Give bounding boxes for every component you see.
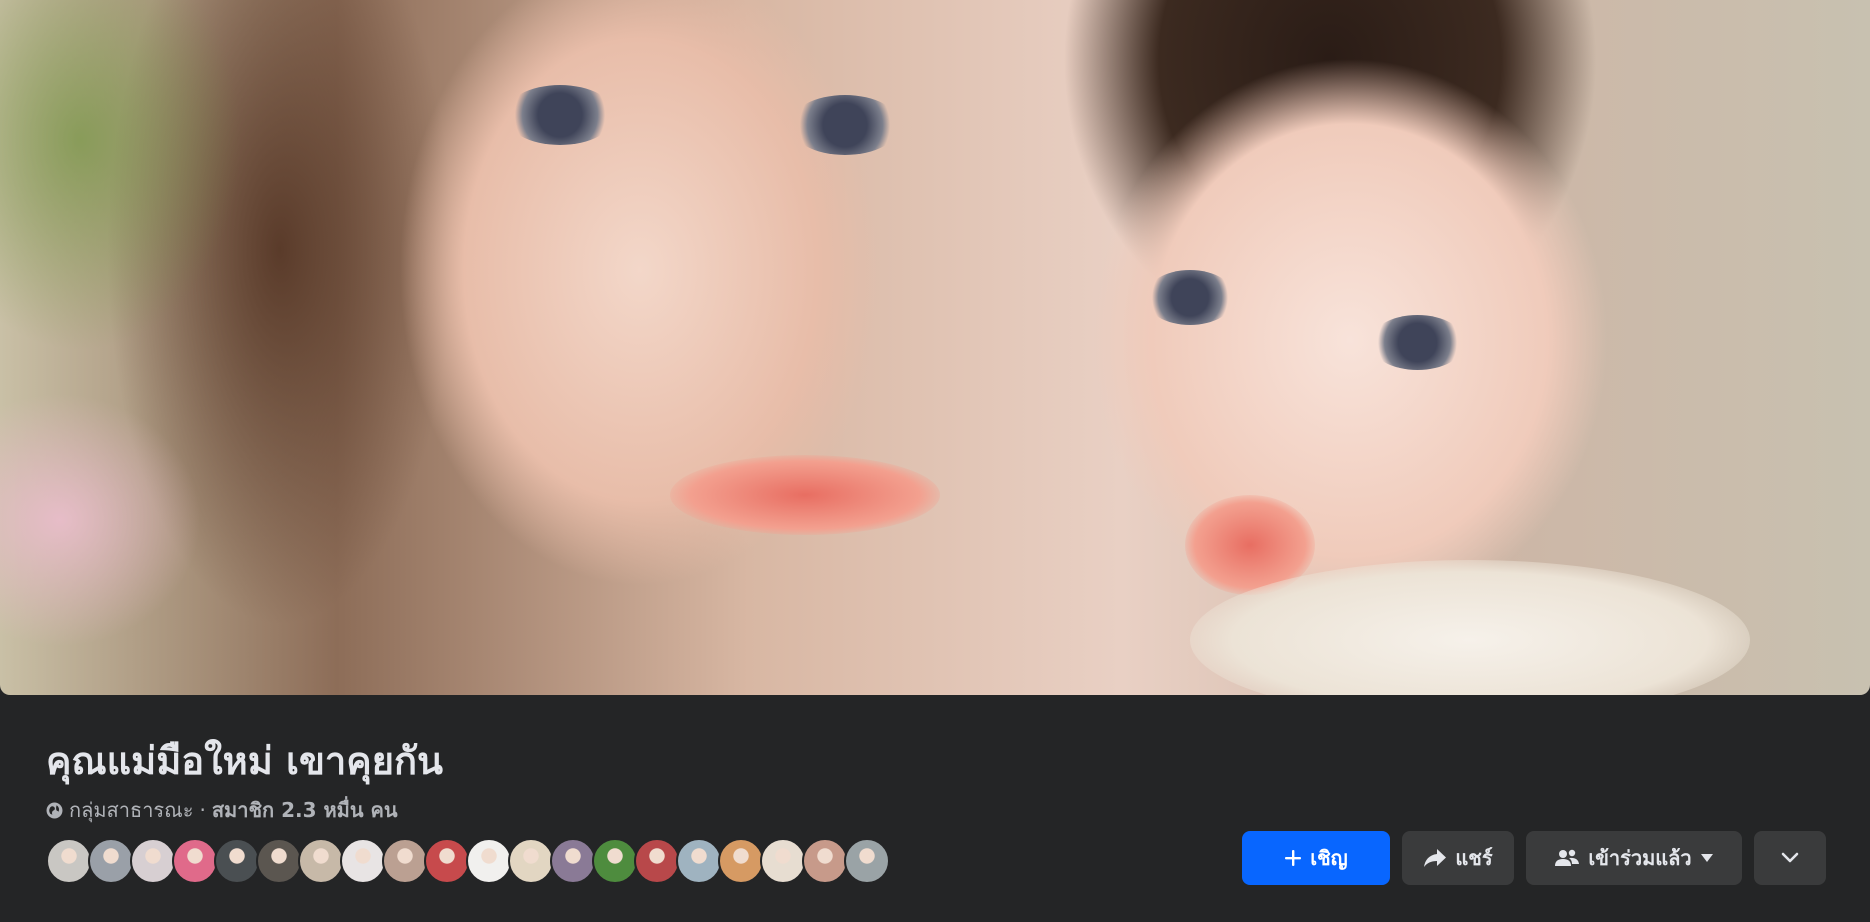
group-title[interactable]: คุณแม่มือใหม่ เขาคุยกัน xyxy=(46,730,443,791)
member-avatar[interactable] xyxy=(508,838,554,884)
member-avatar[interactable] xyxy=(424,838,470,884)
member-avatar[interactable] xyxy=(466,838,512,884)
cover-photo[interactable] xyxy=(0,0,1870,695)
member-avatar[interactable] xyxy=(718,838,764,884)
cover-detail xyxy=(790,95,900,155)
cover-detail xyxy=(1145,270,1235,325)
member-avatar[interactable] xyxy=(592,838,638,884)
member-avatar[interactable] xyxy=(550,838,596,884)
member-avatar[interactable] xyxy=(760,838,806,884)
more-options-button[interactable] xyxy=(1754,831,1826,885)
member-count[interactable]: สมาชิก 2.3 หมื่น คน xyxy=(212,794,398,826)
member-avatar[interactable] xyxy=(676,838,722,884)
member-avatar[interactable] xyxy=(214,838,260,884)
invite-button[interactable]: เชิญ xyxy=(1242,831,1390,885)
member-avatar[interactable] xyxy=(802,838,848,884)
plus-icon xyxy=(1285,850,1302,866)
member-avatar[interactable] xyxy=(88,838,134,884)
privacy-label[interactable]: กลุ่มสาธารณะ xyxy=(69,794,193,826)
member-avatar[interactable] xyxy=(130,838,176,884)
member-avatar[interactable] xyxy=(634,838,680,884)
member-avatar[interactable] xyxy=(172,838,218,884)
member-avatars xyxy=(46,838,890,884)
member-avatar[interactable] xyxy=(844,838,890,884)
cover-detail xyxy=(670,455,940,535)
joined-label: เข้าร่วมแล้ว xyxy=(1588,846,1692,870)
cover-detail xyxy=(505,85,615,145)
share-icon xyxy=(1424,849,1447,867)
cover-detail xyxy=(1370,315,1465,370)
globe-icon xyxy=(46,802,63,818)
member-avatar[interactable] xyxy=(340,838,386,884)
group-meta: กลุ่มสาธารณะ · สมาชิก 2.3 หมื่น คน xyxy=(46,794,398,826)
member-avatar[interactable] xyxy=(382,838,428,884)
meta-separator: · xyxy=(199,798,206,822)
member-avatar[interactable] xyxy=(298,838,344,884)
member-avatar[interactable] xyxy=(46,838,92,884)
invite-label: เชิญ xyxy=(1310,846,1348,870)
share-button[interactable]: แชร์ xyxy=(1402,831,1514,885)
chevron-down-icon xyxy=(1781,852,1799,863)
share-label: แชร์ xyxy=(1455,846,1493,870)
group-actions: เชิญ แชร์ เข้าร่วมแล้ว xyxy=(1242,831,1826,885)
caret-down-icon xyxy=(1700,854,1713,862)
joined-button[interactable]: เข้าร่วมแล้ว xyxy=(1526,831,1742,885)
people-icon xyxy=(1555,849,1580,866)
member-avatar[interactable] xyxy=(256,838,302,884)
